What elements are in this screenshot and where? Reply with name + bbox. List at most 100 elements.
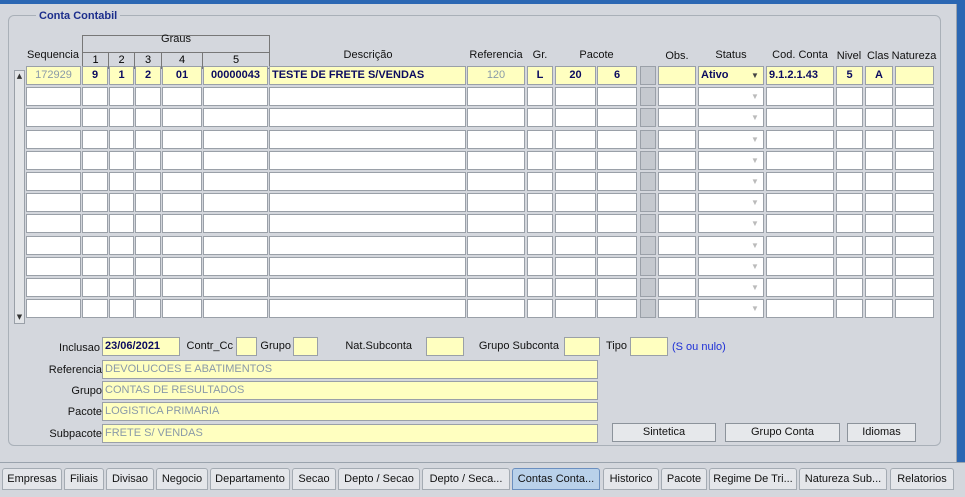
empty-cell[interactable] (269, 299, 466, 318)
empty-cell[interactable] (865, 257, 893, 276)
empty-cell[interactable] (836, 236, 863, 255)
empty-cell[interactable] (26, 278, 81, 297)
empty-cell[interactable] (82, 278, 108, 297)
chevron-down-icon[interactable]: ▼ (748, 174, 762, 189)
cell-grau-5[interactable]: 00000043 (203, 66, 268, 85)
empty-cell[interactable] (26, 172, 81, 191)
chevron-down-icon[interactable]: ▼ (748, 195, 762, 210)
empty-cell[interactable] (658, 172, 696, 191)
cell-status-select[interactable]: Ativo ▼ (698, 66, 764, 85)
empty-cell[interactable] (895, 236, 934, 255)
empty-cell[interactable] (269, 87, 466, 106)
empty-cell[interactable] (836, 214, 863, 233)
tab-secao[interactable]: Secao (292, 468, 336, 490)
empty-cell[interactable] (555, 236, 596, 255)
empty-cell[interactable] (203, 236, 268, 255)
empty-cell[interactable] (836, 193, 863, 212)
tab-natureza-sub[interactable]: Natureza Sub... (799, 468, 887, 490)
chevron-down-icon[interactable]: ▼ (748, 216, 762, 231)
empty-cell[interactable] (895, 108, 934, 127)
chevron-down-icon[interactable]: ▼ (748, 132, 762, 147)
empty-cell[interactable] (135, 87, 161, 106)
nat-subconta-field[interactable] (426, 337, 464, 356)
empty-cell[interactable] (658, 108, 696, 127)
empty-cell[interactable] (555, 257, 596, 276)
empty-cell[interactable] (203, 299, 268, 318)
empty-cell[interactable] (865, 214, 893, 233)
cell-grau-2[interactable]: 1 (109, 66, 134, 85)
empty-cell[interactable] (895, 172, 934, 191)
empty-cell[interactable] (555, 193, 596, 212)
inclusao-field[interactable]: 23/06/2021 (102, 337, 180, 356)
empty-cell[interactable] (597, 151, 637, 170)
empty-cell[interactable] (527, 108, 553, 127)
empty-cell[interactable] (162, 108, 202, 127)
empty-cell[interactable] (597, 130, 637, 149)
empty-cell[interactable] (597, 257, 637, 276)
empty-cell[interactable] (203, 214, 268, 233)
empty-cell[interactable] (640, 108, 656, 127)
empty-cell[interactable] (203, 193, 268, 212)
empty-cell[interactable] (895, 257, 934, 276)
chevron-down-icon[interactable]: ▼ (748, 153, 762, 168)
empty-cell[interactable] (135, 172, 161, 191)
empty-cell[interactable] (82, 299, 108, 318)
empty-cell[interactable]: ▼ (698, 257, 764, 276)
tab-regime-de-tri[interactable]: Regime De Tri... (709, 468, 797, 490)
grupo-conta-button[interactable]: Grupo Conta (725, 423, 840, 442)
empty-cell[interactable] (82, 151, 108, 170)
scroll-up-icon[interactable]: ▲ (15, 71, 24, 82)
empty-cell[interactable] (895, 278, 934, 297)
scroll-down-icon[interactable]: ▼ (15, 312, 24, 323)
empty-cell[interactable] (467, 87, 525, 106)
empty-cell[interactable] (597, 278, 637, 297)
empty-cell[interactable] (269, 278, 466, 297)
empty-cell[interactable] (26, 236, 81, 255)
empty-cell[interactable] (109, 87, 134, 106)
empty-cell[interactable] (865, 87, 893, 106)
chevron-down-icon[interactable]: ▼ (748, 259, 762, 274)
empty-cell[interactable] (467, 278, 525, 297)
empty-cell[interactable] (109, 151, 134, 170)
cell-pacote-1[interactable]: 20 (555, 66, 596, 85)
cell-natureza[interactable] (895, 66, 934, 85)
tab-depto-seca[interactable]: Depto / Seca... (422, 468, 510, 490)
empty-cell[interactable] (555, 278, 596, 297)
empty-cell[interactable] (26, 151, 81, 170)
empty-cell[interactable] (162, 130, 202, 149)
empty-cell[interactable] (135, 257, 161, 276)
empty-cell[interactable] (82, 172, 108, 191)
empty-cell[interactable] (555, 87, 596, 106)
cell-grau-1[interactable]: 9 (82, 66, 108, 85)
empty-cell[interactable] (109, 108, 134, 127)
empty-cell[interactable] (836, 130, 863, 149)
grupo-field[interactable] (293, 337, 318, 356)
tab-divisao[interactable]: Divisao (106, 468, 154, 490)
empty-cell[interactable] (895, 214, 934, 233)
empty-cell[interactable] (269, 108, 466, 127)
empty-cell[interactable] (135, 108, 161, 127)
empty-cell[interactable] (865, 172, 893, 191)
cell-sequencia[interactable]: 172929 (26, 66, 81, 85)
cell-grau-3[interactable]: 2 (135, 66, 161, 85)
empty-cell[interactable] (658, 193, 696, 212)
empty-cell[interactable] (597, 214, 637, 233)
empty-cell[interactable] (527, 87, 553, 106)
empty-cell[interactable]: ▼ (698, 214, 764, 233)
tab-relatorios[interactable]: Relatorios (890, 468, 954, 490)
empty-cell[interactable] (640, 151, 656, 170)
empty-cell[interactable]: ▼ (698, 193, 764, 212)
empty-cell[interactable] (109, 236, 134, 255)
empty-cell[interactable] (766, 130, 834, 149)
empty-cell[interactable] (865, 278, 893, 297)
empty-cell[interactable] (135, 236, 161, 255)
tab-negocio[interactable]: Negocio (156, 468, 208, 490)
empty-cell[interactable] (203, 278, 268, 297)
empty-cell[interactable] (269, 236, 466, 255)
empty-cell[interactable] (766, 257, 834, 276)
empty-cell[interactable] (836, 257, 863, 276)
empty-cell[interactable] (109, 130, 134, 149)
cell-referencia[interactable]: 120 (467, 66, 525, 85)
empty-cell[interactable] (26, 130, 81, 149)
empty-cell[interactable] (135, 193, 161, 212)
